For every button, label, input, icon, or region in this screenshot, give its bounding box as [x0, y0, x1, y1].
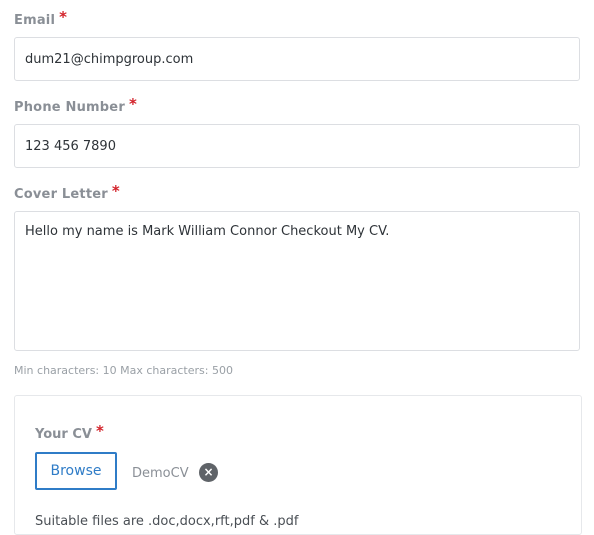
phone-label-text: Phone Number — [14, 100, 125, 115]
suitable-files-note: Suitable files are .doc,docx,rft,pdf & .… — [35, 514, 299, 529]
cover-letter-label: Cover Letter * — [14, 182, 120, 202]
browse-button[interactable]: Browse — [35, 452, 117, 490]
email-label-text: Email — [14, 13, 56, 28]
cover-letter-label-text: Cover Letter — [14, 187, 108, 202]
remove-file-icon[interactable]: × — [199, 463, 218, 482]
email-field[interactable] — [14, 37, 580, 81]
uploaded-file-name: DemoCV — [132, 466, 189, 481]
cv-upload-panel: Your CV * Browse DemoCV × Suitable files … — [14, 395, 582, 535]
required-asterisk: * — [95, 422, 104, 440]
phone-label: Phone Number * — [14, 95, 137, 115]
cv-label-text: Your CV — [35, 427, 92, 442]
email-label: Email * — [14, 8, 68, 28]
phone-number-field[interactable] — [14, 124, 580, 168]
required-asterisk: * — [59, 8, 68, 26]
required-asterisk: * — [111, 182, 120, 200]
cover-letter-textarea[interactable]: Hello my name is Mark William Connor Che… — [14, 211, 580, 351]
cv-label: Your CV * — [35, 422, 104, 442]
character-limit-hint: Min characters: 10 Max characters: 500 — [14, 364, 233, 377]
required-asterisk: * — [128, 95, 137, 113]
